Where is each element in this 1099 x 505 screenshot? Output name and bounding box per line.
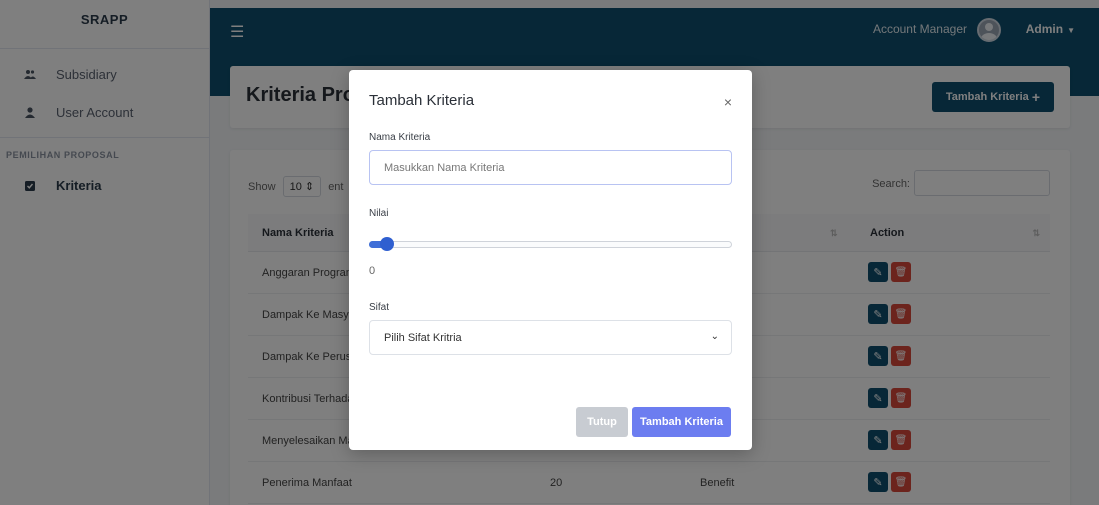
close-icon[interactable]: × xyxy=(724,94,732,110)
nilai-slider[interactable] xyxy=(369,241,732,248)
sifat-selected-value: Pilih Sifat Kritria xyxy=(384,332,462,344)
criteria-name-input[interactable] xyxy=(369,150,732,185)
cancel-button[interactable]: Tutup xyxy=(576,407,628,437)
nilai-label: Nilai xyxy=(369,208,389,219)
chevron-down-icon: ⌄ xyxy=(710,331,719,342)
add-criteria-modal: Tambah Kriteria × Nama Kriteria Nilai 0 … xyxy=(349,70,752,450)
modal-title: Tambah Kriteria xyxy=(369,92,475,109)
criteria-name-label: Nama Kriteria xyxy=(369,132,431,143)
submit-button[interactable]: Tambah Kriteria xyxy=(632,407,731,437)
slider-handle[interactable] xyxy=(380,237,394,251)
sifat-label: Sifat xyxy=(369,302,390,313)
nilai-value: 0 xyxy=(369,265,376,277)
sifat-select[interactable]: Pilih Sifat Kritria ⌄ xyxy=(369,320,732,355)
